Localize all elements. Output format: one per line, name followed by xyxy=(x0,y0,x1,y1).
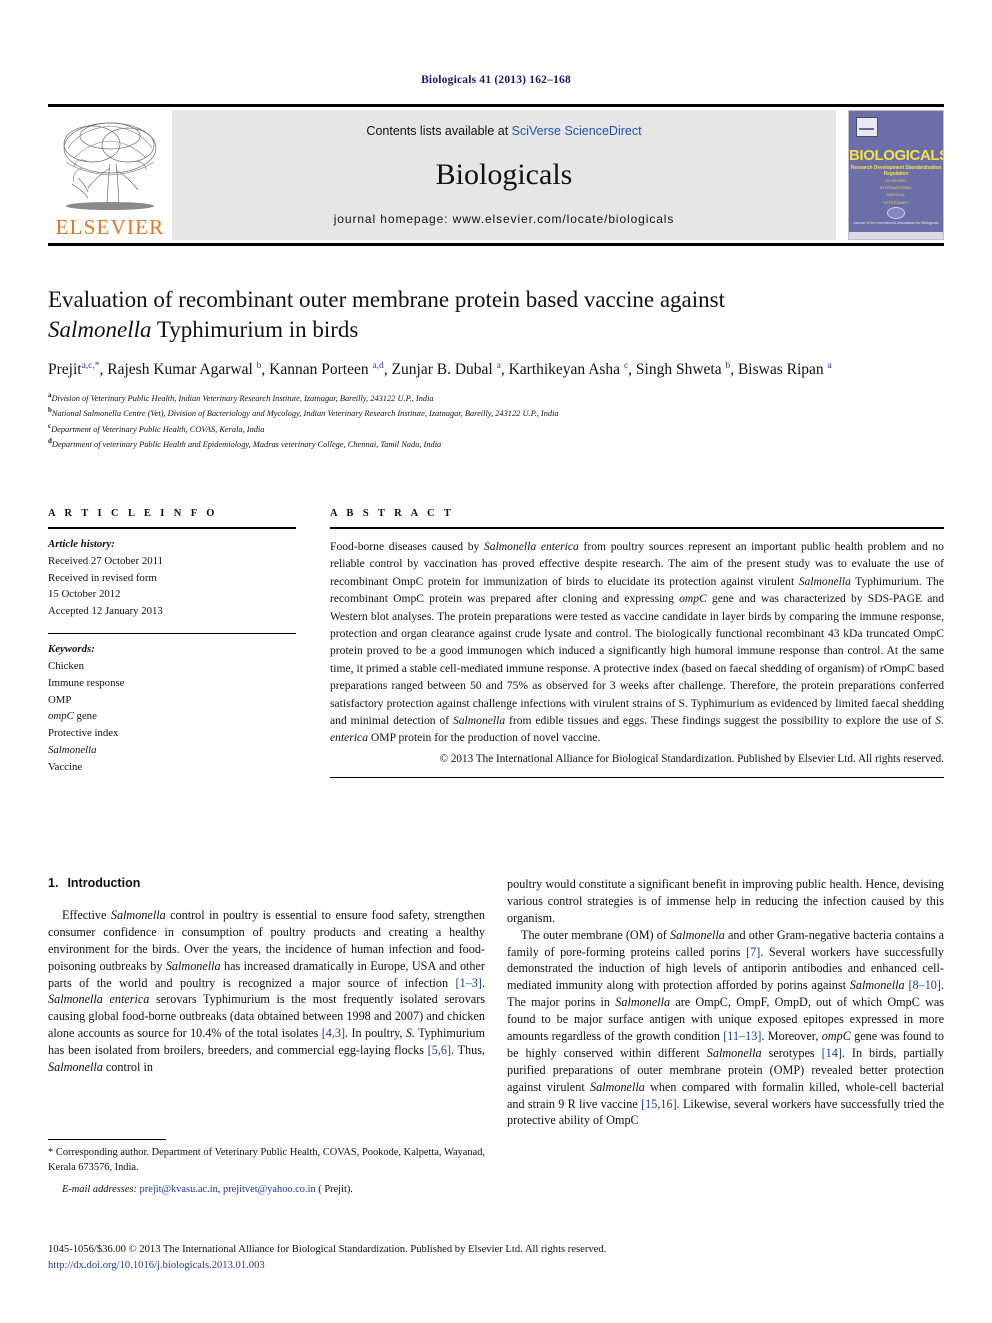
email-note: E-mail addresses: prejit@kvasu.ac.in, pr… xyxy=(48,1183,485,1198)
corresponding-author-note: * Corresponding author. Department of Ve… xyxy=(48,1147,485,1173)
header-center-band: Contents lists available at SciVerse Sci… xyxy=(172,110,836,240)
cover-elsevier-icon xyxy=(856,117,878,137)
cover-title: BIOLOGICALS xyxy=(849,147,944,164)
info-abstract-section: A R T I C L E I N F O Article history: R… xyxy=(48,508,944,779)
keyword-italic-part: ompC xyxy=(48,710,74,723)
intro-paragraph-left: Effective Salmonella control in poultry … xyxy=(48,908,485,1075)
affiliation-list: aDivision of Veterinary Public Health, I… xyxy=(48,390,944,452)
keyword-item: Protective index xyxy=(48,727,119,740)
email-link-secondary[interactable]: prejitvet@yahoo.co.in xyxy=(223,1184,316,1195)
article-history-group: Article history: Received 27 October 201… xyxy=(48,529,296,620)
article-page: Biologicals 41 (2013) 162–168 ELSEVIER C… xyxy=(0,0,992,1323)
email-suffix: ( Prejit). xyxy=(315,1183,353,1195)
journal-homepage-link[interactable]: journal homepage: www.elsevier.com/locat… xyxy=(334,212,675,226)
keyword-item: Vaccine xyxy=(48,760,83,773)
keyword-item: Immune response xyxy=(48,676,125,689)
article-history-label: Article history: xyxy=(48,538,115,550)
affiliation-item: bNational Salmonella Centre (Vet), Divis… xyxy=(48,405,944,420)
header-bottom-rule xyxy=(48,243,944,246)
history-accepted: Accepted 12 January 2013 xyxy=(48,605,163,618)
email-label: E-mail addresses: xyxy=(62,1183,137,1195)
abstract-column: A B S T R A C T Food-borne diseases caus… xyxy=(330,508,944,779)
affiliation-text: Division of Veterinary Public Health, In… xyxy=(51,393,434,403)
article-info-heading: A R T I C L E I N F O xyxy=(48,508,218,519)
history-revised: Received in revised form xyxy=(48,571,157,584)
elsevier-wordmark: ELSEVIER xyxy=(55,215,165,239)
affiliation-text: National Salmonella Centre (Vet), Divisi… xyxy=(51,408,559,418)
keyword-item: OMP xyxy=(48,693,72,706)
keyword-item: ompC gene xyxy=(48,710,97,723)
journal-cover-thumbnail[interactable]: BIOLOGICALS Research Development Standar… xyxy=(848,110,944,240)
body-column-right: poultry would constitute a significant b… xyxy=(507,876,944,1129)
abstract-bottom-rule xyxy=(330,777,944,779)
keyword-item: Salmonella xyxy=(48,742,296,759)
elsevier-logo: ELSEVIER xyxy=(48,110,172,240)
affiliation-item: dDepartment of veterinary Public Health … xyxy=(48,436,944,451)
keyword-item: Chicken xyxy=(48,659,84,672)
section-number: 1. xyxy=(48,876,59,890)
section-title: Introduction xyxy=(67,876,141,890)
journal-header: ELSEVIER Contents lists available at Sci… xyxy=(48,104,944,246)
abstract-text: Food-borne diseases caused by Salmonella… xyxy=(330,540,944,745)
sciencedirect-link[interactable]: SciVerse ScienceDirect xyxy=(512,124,642,138)
title-block: Evaluation of recombinant outer membrane… xyxy=(48,285,944,451)
affiliation-text: Department of veterinary Public Health a… xyxy=(51,439,442,449)
footnote-block: * Corresponding author. Department of Ve… xyxy=(48,1139,485,1198)
body-column-left: 1. Introduction Effective Salmonella cont… xyxy=(48,876,485,1129)
email-link-primary[interactable]: prejit@kvasu.ac.in xyxy=(140,1184,218,1195)
doi-link[interactable]: http://dx.doi.org/10.1016/j.biologicals.… xyxy=(48,1258,944,1274)
intro-paragraph-right-2: The outer membrane (OM) of Salmonella an… xyxy=(507,927,945,1128)
keyword-italic-part: Salmonella xyxy=(48,744,97,757)
title-line-1: Evaluation of recombinant outer membrane… xyxy=(48,287,725,312)
header-top-rule xyxy=(48,104,944,107)
cover-bottom-strip xyxy=(849,232,943,239)
intro-paragraph-right-1: poultry would constitute a significant b… xyxy=(507,877,944,925)
affiliation-text: Department of Veterinary Public Health, … xyxy=(51,424,265,434)
history-received: Received 27 October 2011 xyxy=(48,554,164,567)
keywords-label: Keywords: xyxy=(48,643,95,656)
page-title: Evaluation of recombinant outer membrane… xyxy=(48,285,944,345)
contents-prefix: Contents lists available at xyxy=(366,124,512,138)
abstract-heading: A B S T R A C T xyxy=(330,508,455,519)
elsevier-tree-icon xyxy=(58,118,162,216)
affiliation-item: cDepartment of Veterinary Public Health,… xyxy=(48,421,944,436)
article-info-column: A R T I C L E I N F O Article history: R… xyxy=(48,508,296,778)
history-revised-date: 15 October 2012 xyxy=(48,588,121,601)
cover-subtitle: Research Development Standardization Reg… xyxy=(850,165,942,177)
footnote-rule xyxy=(48,1139,166,1140)
author-list: Prejita,c,*, Rajesh Kumar Agarwal b, Kan… xyxy=(48,360,832,378)
title-line-2-rest: Typhimurium in birds xyxy=(151,316,359,342)
cover-footer-text: Journal of the International Association… xyxy=(853,221,939,225)
copyright-notice: © 2013 The International Alliance for Bi… xyxy=(439,752,944,765)
cover-seal-icon xyxy=(887,207,905,219)
journal-title: Biologicals xyxy=(435,158,573,191)
introduction-heading: 1. Introduction xyxy=(48,876,485,890)
running-head: Biologicals 41 (2013) 162–168 xyxy=(421,74,571,86)
issn-doi-block: 1045-1056/$36.00 © 2013 The Internationa… xyxy=(48,1242,944,1274)
keywords-group: Keywords: Chicken Immune response OMP om… xyxy=(48,634,296,776)
header-inner: ELSEVIER Contents lists available at Sci… xyxy=(48,110,944,240)
cover-body-lines: ELSEVIER INTERNATIONAL MEDICAL VETERINARY xyxy=(880,178,912,205)
title-italic-genus: Salmonella xyxy=(48,316,152,342)
issn-copyright-line: 1045-1056/$36.00 © 2013 The Internationa… xyxy=(48,1244,607,1255)
contents-available-line: Contents lists available at SciVerse Sci… xyxy=(366,124,641,138)
body-columns: 1. Introduction Effective Salmonella cont… xyxy=(48,876,944,1129)
affiliation-item: aDivision of Veterinary Public Health, I… xyxy=(48,390,944,405)
